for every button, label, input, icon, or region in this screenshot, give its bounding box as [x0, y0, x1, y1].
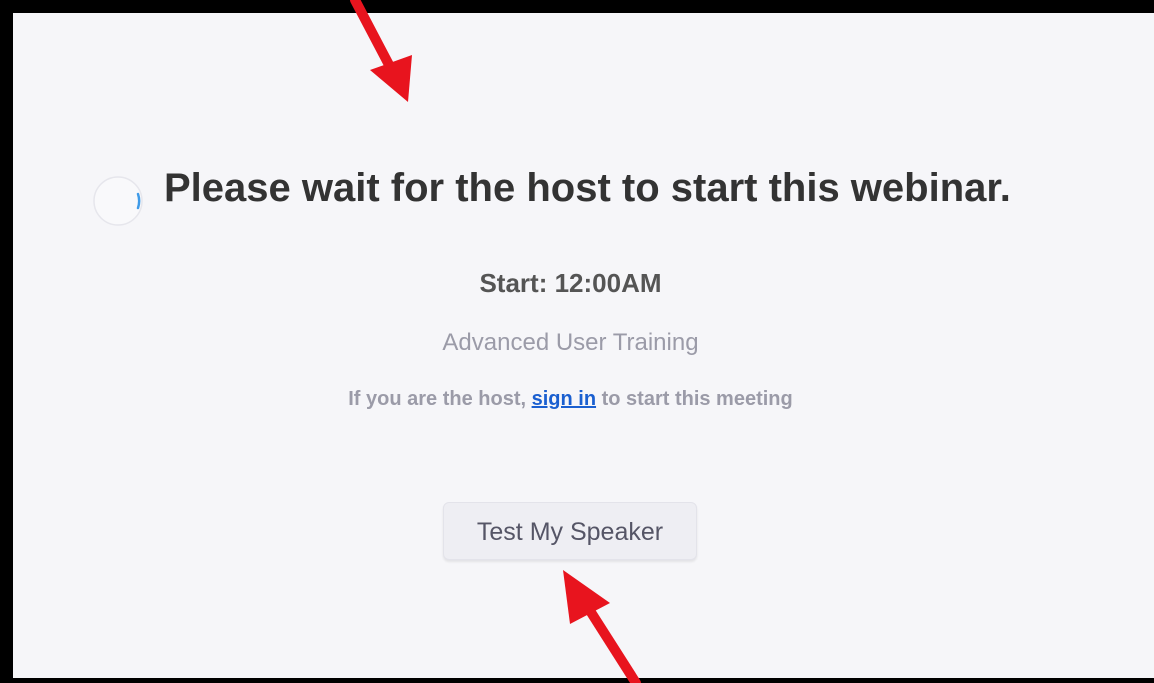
sign-in-link[interactable]: sign in — [532, 388, 596, 410]
meeting-name: Advanced User Training — [442, 329, 699, 356]
loading-spinner-icon — [93, 176, 143, 226]
waiting-message: Please wait for the host to start this w… — [164, 166, 1011, 210]
test-speaker-button[interactable]: Test My Speaker — [443, 502, 697, 560]
host-prompt-suffix: to start this meeting — [596, 388, 793, 410]
start-time: Start: 12:00AM — [479, 268, 662, 298]
host-sign-in-prompt: If you are the host, sign in to start th… — [0, 384, 1141, 414]
host-prompt-prefix: If you are the host, — [348, 388, 532, 410]
